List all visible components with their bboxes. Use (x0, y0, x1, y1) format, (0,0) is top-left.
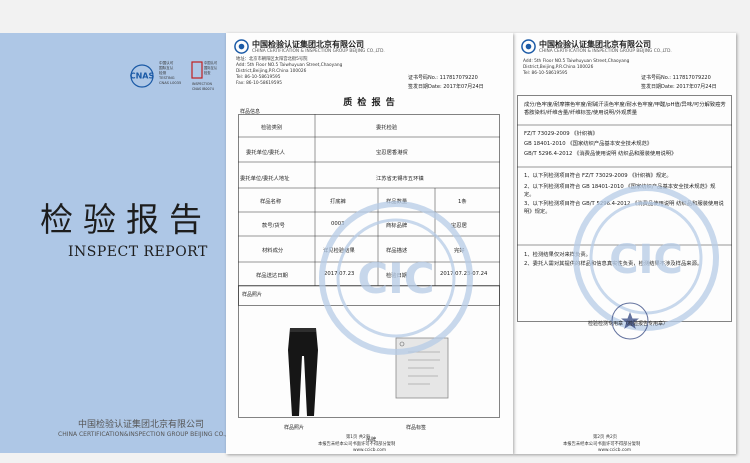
row-value-inspection-type: 委托检验 (376, 125, 398, 131)
page2-footer-note: 本报告未经本公司书面许可不得部分复制 (563, 442, 641, 447)
grid-label-material: 材料成分 (262, 248, 284, 254)
cnas-logo-text: CNAS (130, 72, 154, 81)
svg-text:中国认可: 中国认可 (204, 60, 218, 65)
cic-watermark-page1: CIC (319, 201, 473, 355)
standard-2: GB 18401-2010 《国家纺织产品基本安全技术规范》 (524, 141, 653, 147)
watermark-text: CIC (357, 254, 434, 303)
svg-text:检测: 检测 (159, 70, 167, 75)
standard-3: GB/T 5296.4-2012 《消费品使用说明 纺织品和服装使用说明》 (524, 151, 677, 157)
grid-label-style-no: 款号/货号 (262, 223, 285, 229)
address-block: Add: 5th Floor NO.5 Taiwhuyuan Street,Ch… (523, 59, 630, 76)
conclusion-1: 1、以下列检测项目符合 FZ/T 73029-2009 《针织裤》规定。 (524, 173, 672, 179)
photo-caption-2: 样品标签 (406, 425, 427, 431)
cover-title-cn: 检验报告 (40, 200, 212, 239)
ccic-logo-icon (521, 39, 536, 54)
stamp-caption: 检验检测专用章（检验报告专用章） (588, 321, 669, 327)
svg-text:CNAS IB0074: CNAS IB0074 (192, 87, 214, 91)
company-name-en: CHINA CERTIFICATION & INSPECTION GROUP B… (252, 49, 385, 54)
svg-text:INSPECTION: INSPECTION (192, 82, 212, 86)
page2-website: www.ccicb.com (598, 448, 632, 453)
page1-footer-note: 本报告未经本公司书面许可不得部分复制 (318, 442, 396, 447)
svg-text:中国认可: 中国认可 (159, 60, 174, 65)
row-value-client-address: 江苏省无锡市五环镇 (376, 176, 424, 182)
svg-text:检查: 检查 (204, 70, 211, 75)
cnas-accreditation-logo: CNAS 中国认可 国际互认 检测 TESTING CNAS L0035 中国认… (130, 60, 218, 91)
standard-1: FZ/T 73029-2009 《针织裤》 (524, 131, 598, 137)
cover-org-cn: 中国检验认证集团北京有限公司 (78, 420, 205, 430)
cover-org-en: CHINA CERTIFICATION&INSPECTION GROUP BEI… (58, 431, 240, 438)
ccic-logo-icon (234, 39, 249, 54)
grid-label-sample-name: 样品名称 (260, 199, 282, 205)
page1-number: 第1页 共2页 (346, 435, 371, 440)
cert-number: 证书号码No.: 117817079220 (408, 75, 478, 81)
inspection-mark-icon (191, 61, 203, 79)
row-label-client: 委托单位/委托人 (246, 150, 285, 156)
page1-website: www.ccicb.com (353, 448, 387, 453)
svg-text:CNAS L0035: CNAS L0035 (159, 81, 181, 85)
row-label-inspection-type: 检验类别 (261, 125, 283, 131)
issue-date: 签发日期Date: 2017年07月24日 (408, 84, 484, 90)
report-page-2: 中国检验认证集团北京有限公司 CHINA CERTIFICATION & INS… (513, 33, 736, 454)
watermark-text: CIC (609, 237, 683, 283)
svg-text:国际互认: 国际互认 (204, 65, 218, 70)
svg-text:国际互认: 国际互认 (159, 65, 174, 70)
address-block: 地址：北京市朝阳区太阳宫北街5号院 Add: 5th Floor NO.5 Ta… (236, 57, 343, 86)
svg-text:TESTING: TESTING (158, 76, 175, 80)
photo-caption-1: 样品照片 (284, 425, 305, 431)
row-label-client-address: 委托单位/委托人地址 (240, 176, 290, 182)
page2-number: 第2页 共2页 (593, 435, 618, 440)
issue-date: 签发日期Date: 2017年07月24日 (641, 84, 717, 90)
row-value-client: 宝忍居香港贸 (376, 150, 408, 156)
grid-label-arrival-date: 样品送达日期 (256, 273, 288, 279)
report-page-1: 中国检验认证集团北京有限公司 CHINA CERTIFICATION & INS… (226, 33, 513, 454)
company-name-en: CHINA CERTIFICATION & INSPECTION GROUP B… (539, 49, 672, 54)
cert-number: 证书号码No.: 117817079220 (641, 75, 711, 81)
test-items: 成分/色牢度/耐摩擦色牢度/耐碱汗渍色牢度/耐水色牢度/甲醛/pH值/异味/可分… (524, 102, 726, 116)
doc-title: 质 检 报 告 (343, 98, 396, 108)
cover-title-en: INSPECT REPORT (68, 244, 208, 260)
